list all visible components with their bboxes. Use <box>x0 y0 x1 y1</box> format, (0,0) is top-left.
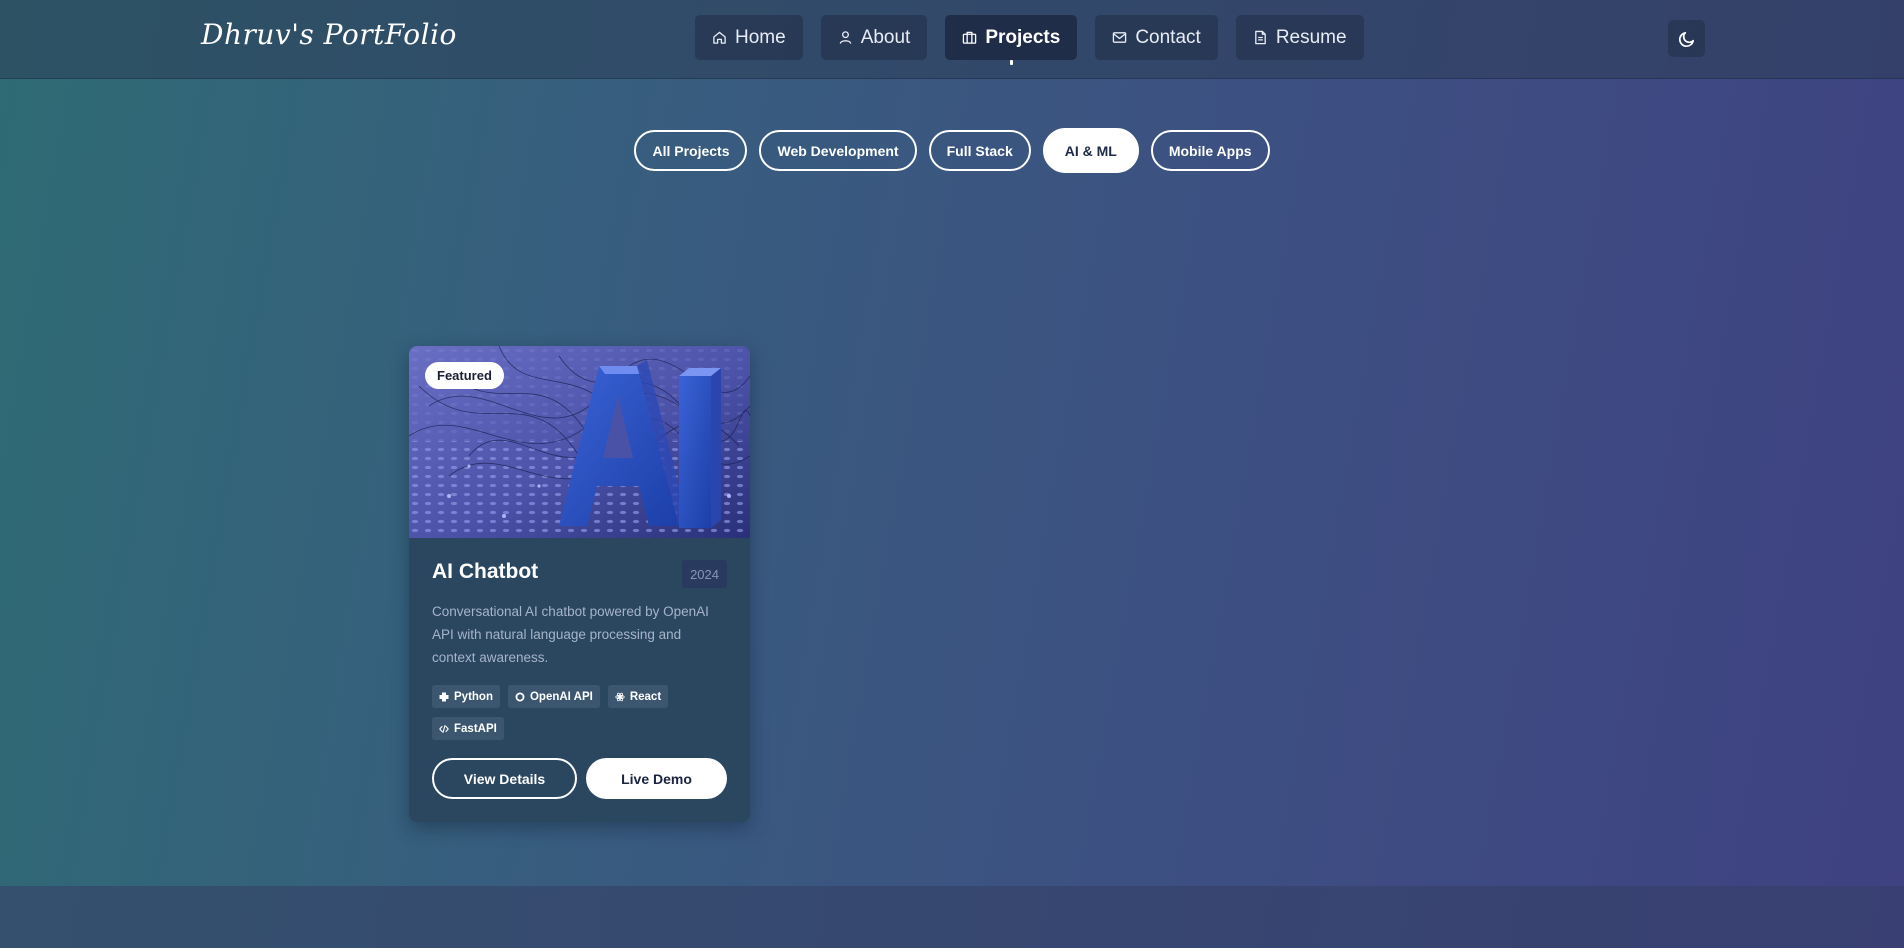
view-details-button[interactable]: View Details <box>432 758 577 799</box>
project-actions: View Details Live Demo <box>432 758 727 799</box>
project-title: AI Chatbot <box>432 560 539 583</box>
nav-projects[interactable]: Projects <box>945 15 1078 65</box>
project-description: Conversational AI chatbot powered by Ope… <box>432 604 709 665</box>
tag-openai-label: OpenAI API <box>529 690 593 703</box>
react-icon <box>615 692 625 701</box>
project-card: Featured AI Chatbot 2024 Conversational … <box>409 346 750 822</box>
tag-python: Python <box>432 685 500 708</box>
mail-icon <box>1113 32 1127 43</box>
nav-resume-label: Resume <box>1275 26 1347 48</box>
tag-fastapi-label: FastAPI <box>454 722 497 735</box>
moon-icon <box>1678 31 1694 47</box>
tag-react-label: React <box>629 690 662 703</box>
theme-toggle-button[interactable] <box>1668 20 1705 57</box>
tag-python-label: Python <box>454 690 493 703</box>
filter-all-projects[interactable]: All Projects <box>634 130 748 171</box>
home-icon <box>713 31 726 44</box>
nav-home-label: Home <box>735 26 786 48</box>
nav-resume[interactable]: Resume <box>1235 15 1364 60</box>
nav-contact[interactable]: Contact <box>1095 15 1218 60</box>
nav-projects-label: Projects <box>985 26 1061 48</box>
tech-tags: Python OpenAI API React FastAPI <box>432 685 712 740</box>
document-icon <box>1254 30 1266 45</box>
project-thumbnail: Featured <box>409 346 750 538</box>
tag-openai-api: OpenAI API <box>507 685 600 708</box>
code-icon <box>439 724 449 733</box>
filter-ai-ml[interactable]: AI & ML <box>1042 128 1139 173</box>
live-demo-button[interactable]: Live Demo <box>586 758 727 799</box>
project-filters: All Projects Web Development Full Stack … <box>0 128 1904 173</box>
briefcase-icon <box>963 31 977 44</box>
nav-home[interactable]: Home <box>695 15 803 60</box>
user-icon <box>839 31 851 44</box>
featured-badge: Featured <box>425 362 504 389</box>
brand-logo[interactable]: Dhruv's PortFolio <box>201 18 457 51</box>
main-nav: Home About Projects Contact Resume <box>695 15 1364 65</box>
footer-strip <box>0 886 1904 948</box>
project-year-badge: 2024 <box>682 560 727 588</box>
nav-about[interactable]: About <box>820 15 928 60</box>
nav-contact-label: Contact <box>1135 26 1201 48</box>
nav-about-label: About <box>860 26 911 48</box>
tag-react: React <box>607 685 669 708</box>
tag-fastapi: FastAPI <box>432 717 504 740</box>
filter-web-development[interactable]: Web Development <box>759 130 917 171</box>
filter-mobile-apps[interactable]: Mobile Apps <box>1150 130 1270 171</box>
python-icon <box>439 692 449 701</box>
openai-icon <box>515 692 525 701</box>
filter-full-stack[interactable]: Full Stack <box>928 130 1031 171</box>
navbar: Dhruv's PortFolio Home About Projects Co… <box>0 0 1904 79</box>
